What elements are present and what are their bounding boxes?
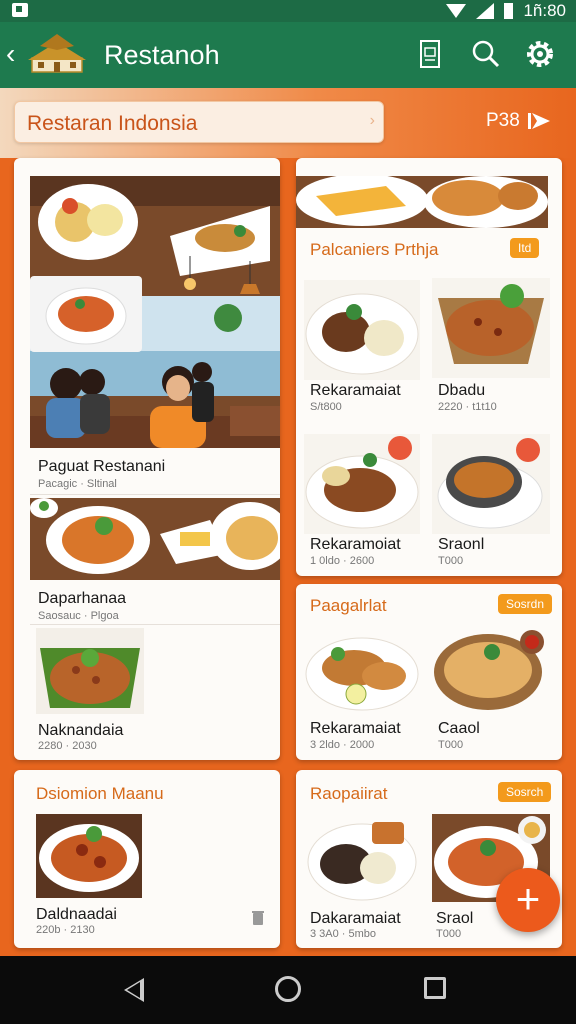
item-title: Rekaramaiat [310, 382, 401, 399]
section-title: Palcaniers Prthja [310, 240, 439, 259]
section-title: Paagalrlat [310, 596, 387, 615]
nav-recents-icon[interactable] [424, 977, 446, 999]
divider [30, 624, 280, 625]
menu-section-card[interactable]: Paagalrlat Sosrdn Rekaramaiat 3 2ldo · 2… [296, 584, 562, 760]
back-icon[interactable]: ‹ [6, 40, 15, 68]
item-subtitle: 3 2ldo · 2000 [310, 739, 375, 751]
item-title: Daparhanaa [38, 590, 127, 607]
hero-title: Paguat Restanani [38, 458, 166, 475]
item-subtitle: T000 [438, 555, 464, 567]
dish-image [304, 280, 420, 380]
page-label: P38 [486, 110, 520, 131]
item-subtitle: T000 [438, 739, 464, 751]
restaurant-logo-icon [28, 34, 86, 73]
section-title: Raopaiirat [310, 784, 388, 803]
settings-gear-icon[interactable] [522, 36, 558, 72]
divider [30, 494, 280, 495]
menu-section-card[interactable]: Palcaniers Prthja Itd Rekaramaiat S/t800… [296, 158, 562, 576]
item-title: Caaol [438, 720, 480, 737]
dish-image [36, 814, 142, 898]
menu-card-icon[interactable] [412, 36, 448, 72]
section-badge[interactable]: Sosrdn [498, 594, 553, 614]
featured-card[interactable]: Paguat Restanani Pacagic · Sltinal Dapar… [14, 158, 280, 760]
status-time: 1ñ:80 [523, 1, 566, 20]
item-title: Rekaramoiat [310, 536, 401, 553]
section-badge[interactable]: Sosrch [498, 782, 552, 802]
flag-arrow-icon [527, 113, 550, 129]
trash-icon[interactable] [252, 910, 264, 926]
dish-image [432, 434, 550, 534]
item-subtitle: 3 3A0 · 5mbo [310, 928, 377, 940]
restaurant-hero-image [30, 176, 280, 448]
dish-image [307, 822, 417, 901]
item-subtitle: T000 [436, 928, 462, 940]
chevron-right-icon: › [369, 112, 375, 129]
notification-icon [12, 3, 28, 17]
dish-image [304, 434, 420, 534]
system-nav-bar [0, 956, 576, 1024]
nav-home-icon[interactable] [275, 976, 301, 1002]
item-subtitle: 220b · 2130 [36, 924, 95, 936]
item-subtitle: 2280 · 2030 [38, 740, 97, 752]
dish-image [432, 278, 550, 378]
item-title: Sraol [436, 910, 474, 927]
nav-back-icon[interactable] [124, 978, 144, 1002]
dish-image [30, 498, 280, 580]
dish-image [296, 176, 548, 228]
item-title: Daldnaadai [36, 906, 117, 923]
hero-subtitle: Pacagic · Sltinal [38, 478, 117, 490]
wifi-icon [446, 4, 467, 18]
item-title: Dbadu [438, 382, 486, 399]
item-subtitle: 1 0ldo · 2600 [310, 555, 375, 567]
search-field[interactable]: Restaran Indonsia › [14, 101, 384, 143]
item-title: Sraonl [438, 536, 485, 553]
item-subtitle: 2220 · t1t10 [438, 401, 497, 413]
item-title: Dakaramaiat [310, 910, 401, 927]
item-subtitle: S/t800 [310, 401, 342, 413]
status-bar: 1ñ:80 [0, 0, 576, 22]
app-title: Restanoh [104, 40, 220, 70]
search-icon[interactable] [468, 36, 504, 72]
battery-icon [504, 3, 514, 19]
app-bar: ‹ Restanoh [0, 22, 576, 88]
signal-icon [476, 3, 495, 19]
item-title: Rekaramaiat [310, 720, 401, 737]
search-input[interactable]: Restaran Indonsia [27, 112, 197, 136]
dish-image [36, 628, 144, 714]
item-subtitle: Saosauc · Plgoa [38, 610, 119, 622]
section-title: Dsiomion Maanu [36, 784, 164, 803]
dish-image [305, 637, 419, 711]
item-title: Naknandaia [38, 722, 124, 739]
menu-section-card[interactable]: Dsiomion Maanu Daldnaadai 220b · 2130 [14, 770, 280, 948]
add-fab-button[interactable]: + [496, 868, 560, 932]
section-badge[interactable]: Itd [510, 238, 540, 258]
dish-image [434, 630, 544, 710]
status-icons: 1ñ:80 [446, 1, 566, 21]
page-indicator[interactable]: P38 [486, 110, 550, 132]
